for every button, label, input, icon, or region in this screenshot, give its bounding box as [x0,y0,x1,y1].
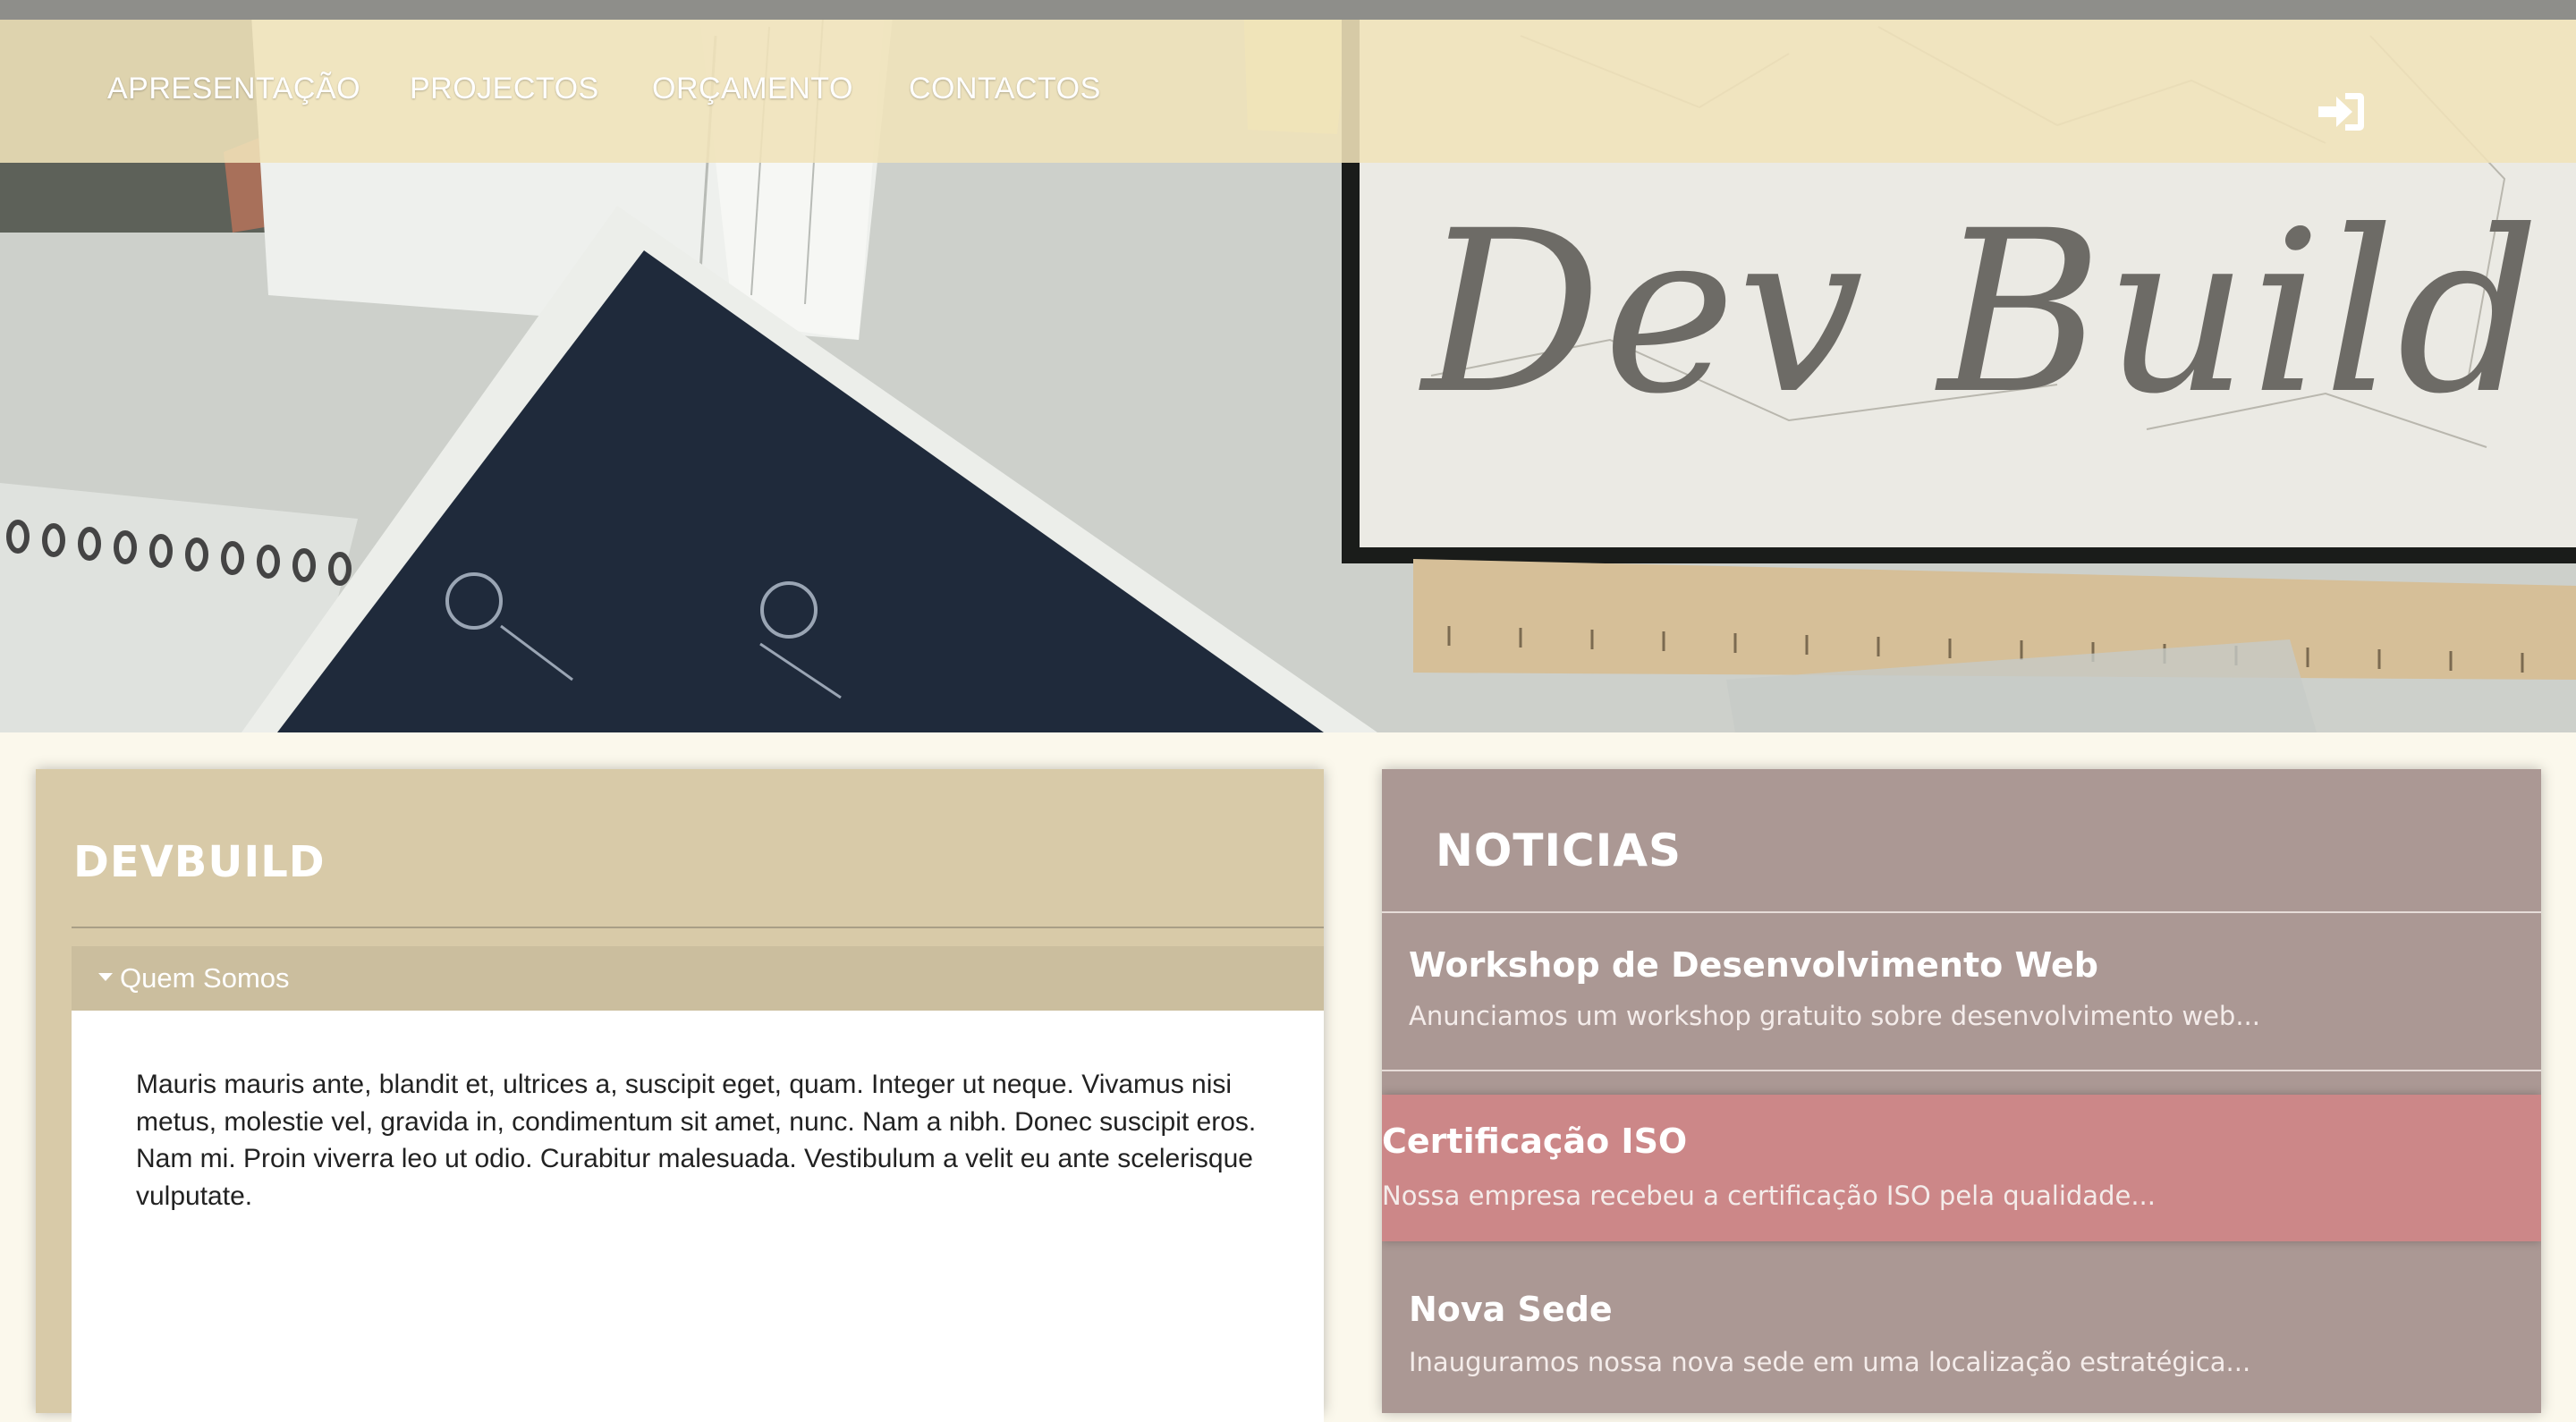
about-text: Mauris mauris ante, blandit et, ultrices… [136,1070,1257,1211]
news-title: Workshop de Desenvolvimento Web [1409,945,2099,985]
sign-in-icon[interactable] [2317,89,2367,134]
divider [72,927,1324,928]
panel-title: NOTICIAS [1436,825,1682,876]
accordion-title: Quem Somos [120,962,290,994]
news-description: Inauguramos nossa nova sede em uma local… [1409,1347,2251,1377]
news-title: Certificação ISO [1382,1122,1688,1161]
news-panel: NOTICIAS Workshop de Desenvolvimento Web… [1382,769,2541,1413]
panel-title: DEVBUILD [73,837,326,887]
nav-item-projectos[interactable]: PROJECTOS [410,72,599,106]
about-panel: DEVBUILD Quem Somos Mauris mauris ante, … [36,769,1324,1422]
news-title: Nova Sede [1409,1290,1613,1329]
nav-item-apresentacao[interactable]: APRESENTAÇÃO [107,72,360,106]
news-item-workshop[interactable]: Workshop de Desenvolvimento Web Anunciam… [1382,913,2541,1034]
hero-banner: APRESENTAÇÃO PROJECTOS ORÇAMENTO CONTACT… [0,0,2576,732]
news-description: Anunciamos um workshop gratuito sobre de… [1409,1001,2260,1031]
top-strip [0,0,2576,20]
caret-down-icon [98,973,113,981]
nav-item-orcamento[interactable]: ORÇAMENTO [652,72,853,106]
nav-item-contactos[interactable]: CONTACTOS [909,72,1101,106]
news-item-nova-sede[interactable]: Nova Sede Inauguramos nossa nova sede em… [1382,1252,2541,1413]
news-description: Nossa empresa recebeu a certificação ISO… [1382,1181,2156,1211]
accordion-header-quem-somos[interactable]: Quem Somos [72,946,1324,1011]
news-item-certificacao-iso[interactable]: Certificação ISO Nossa empresa recebeu a… [1382,1095,2541,1241]
top-navbar: APRESENTAÇÃO PROJECTOS ORÇAMENTO CONTACT… [0,20,2576,163]
divider [1382,1070,2541,1071]
accordion-body: Mauris mauris ante, blandit et, ultrices… [72,1011,1324,1422]
brand-logo-text: Dev Build [1422,182,2542,443]
